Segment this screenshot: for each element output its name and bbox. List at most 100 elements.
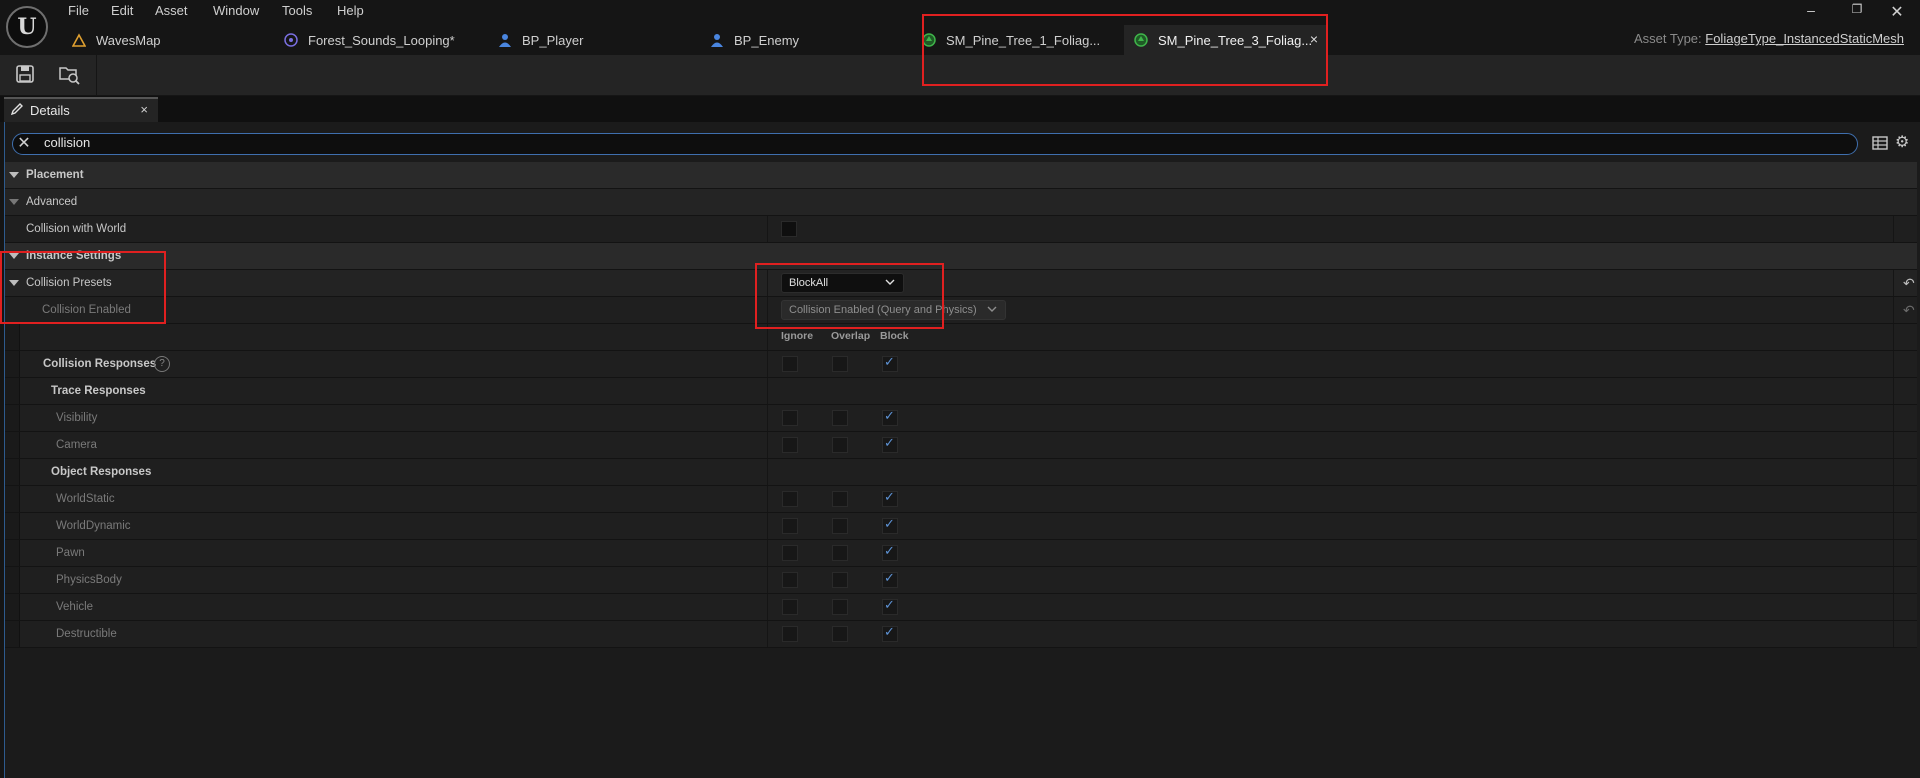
menu-tools[interactable]: Tools — [282, 3, 312, 18]
asset-type-link[interactable]: FoliageType_InstancedStaticMesh — [1705, 31, 1904, 46]
settings-gear-icon[interactable]: ⚙ — [1895, 134, 1913, 152]
browse-to-asset-icon[interactable] — [58, 63, 82, 87]
search-input[interactable] — [12, 133, 1858, 155]
chevron-down-icon — [987, 304, 997, 317]
close-tab-icon[interactable]: × — [140, 102, 148, 117]
tab-bp-player[interactable]: BP_Player — [498, 25, 678, 55]
pencil-icon — [10, 102, 24, 119]
ignore-checkbox[interactable] — [782, 545, 798, 561]
column-divider — [767, 432, 768, 458]
overlap-checkbox[interactable] — [832, 599, 848, 615]
ignore-checkbox[interactable] — [782, 572, 798, 588]
help-icon[interactable]: ? — [154, 356, 170, 372]
overlap-checkbox[interactable] — [832, 437, 848, 453]
block-checkbox[interactable] — [882, 625, 898, 642]
save-icon[interactable] — [14, 63, 38, 87]
channel-row-worldstatic: WorldStatic — [5, 486, 1917, 513]
search-input-value[interactable]: collision — [44, 135, 90, 150]
category-label: Advanced — [26, 196, 78, 208]
channel-label: Camera — [56, 439, 97, 451]
column-divider — [1893, 594, 1894, 620]
category-instance-settings[interactable]: Instance Settings — [5, 243, 1917, 270]
channel-row-physicsbody: PhysicsBody — [5, 567, 1917, 594]
toolbar-divider — [96, 55, 97, 95]
block-checkbox[interactable] — [882, 517, 898, 534]
overlap-checkbox[interactable] — [832, 410, 848, 426]
column-divider — [1893, 621, 1894, 647]
column-divider — [767, 594, 768, 620]
expand-arrow-icon[interactable] — [9, 172, 19, 178]
channel-row-worlddynamic: WorldDynamic — [5, 513, 1917, 540]
collision-with-world-checkbox[interactable] — [781, 221, 797, 237]
overlap-checkbox[interactable] — [832, 491, 848, 507]
tab-bp-enemy[interactable]: BP_Enemy — [710, 25, 890, 55]
overlap-checkbox[interactable] — [832, 572, 848, 588]
block-checkbox[interactable] — [882, 490, 898, 507]
tab-details[interactable]: Details × — [4, 97, 158, 122]
block-checkbox[interactable] — [882, 355, 898, 372]
channel-label: Destructible — [56, 628, 117, 640]
indent-gutter — [5, 594, 20, 620]
overlap-checkbox[interactable] — [832, 626, 848, 642]
ignore-checkbox[interactable] — [782, 626, 798, 642]
property-collision-with-world: Collision with World — [5, 216, 1917, 243]
category-advanced[interactable]: Advanced — [5, 189, 1917, 216]
unreal-logo-icon[interactable]: U — [6, 6, 48, 48]
ignore-checkbox[interactable] — [782, 518, 798, 534]
block-checkbox[interactable] — [882, 544, 898, 561]
ignore-checkbox[interactable] — [782, 491, 798, 507]
tab-label: BP_Player — [522, 32, 584, 48]
channel-label: WorldDynamic — [56, 520, 131, 532]
category-placement[interactable]: Placement — [5, 162, 1917, 189]
column-divider — [1893, 567, 1894, 593]
block-checkbox[interactable] — [882, 571, 898, 588]
menu-file[interactable]: File — [68, 3, 89, 18]
menu-asset[interactable]: Asset — [155, 3, 188, 18]
column-divider — [1893, 324, 1894, 350]
property-matrix-icon[interactable] — [1872, 135, 1888, 151]
tab-wavesmap[interactable]: WavesMap — [71, 25, 252, 55]
indent-gutter — [5, 405, 20, 431]
tab-label: WavesMap — [96, 32, 161, 48]
panel-tab-bar — [0, 96, 1920, 122]
indent-gutter — [5, 432, 20, 458]
reset-to-default-icon[interactable]: ↶ — [1903, 276, 1917, 290]
menu-window[interactable]: Window — [213, 3, 259, 18]
ignore-checkbox[interactable] — [782, 599, 798, 615]
overlap-checkbox[interactable] — [832, 356, 848, 372]
close-window-icon[interactable]: ✕ — [1886, 2, 1908, 22]
ignore-checkbox[interactable] — [782, 410, 798, 426]
menu-help[interactable]: Help — [337, 3, 364, 18]
minimize-icon[interactable]: – — [1800, 2, 1822, 22]
ignore-checkbox[interactable] — [782, 437, 798, 453]
sound-cue-icon — [284, 33, 298, 47]
channel-row-pawn: Pawn — [5, 540, 1917, 567]
column-divider — [767, 540, 768, 566]
column-divider — [767, 405, 768, 431]
column-divider — [1893, 297, 1894, 323]
column-divider — [1893, 540, 1894, 566]
tab-label: BP_Enemy — [734, 32, 800, 48]
block-checkbox[interactable] — [882, 598, 898, 615]
channel-label: Pawn — [56, 547, 85, 559]
column-divider — [767, 459, 768, 485]
header-ignore: Ignore — [781, 330, 814, 342]
tab-forest-sounds[interactable]: Forest_Sounds_Looping* — [284, 25, 484, 55]
restore-icon[interactable]: ❐ — [1846, 2, 1868, 22]
overlap-checkbox[interactable] — [832, 518, 848, 534]
tab-label: Forest_Sounds_Looping* — [308, 32, 455, 48]
column-divider — [767, 351, 768, 377]
clear-search-icon[interactable]: ✕ — [16, 136, 32, 152]
column-divider — [767, 513, 768, 539]
map-icon — [71, 33, 87, 47]
reset-to-default-icon[interactable]: ↶ — [1903, 303, 1917, 317]
expand-arrow-icon[interactable] — [9, 199, 19, 205]
ignore-checkbox[interactable] — [782, 356, 798, 372]
block-checkbox[interactable] — [882, 409, 898, 426]
property-label: Object Responses — [51, 466, 152, 478]
highlight-box-presets-value — [755, 263, 944, 329]
block-checkbox[interactable] — [882, 436, 898, 453]
overlap-checkbox[interactable] — [832, 545, 848, 561]
menu-edit[interactable]: Edit — [111, 3, 133, 18]
indent-gutter — [5, 459, 20, 485]
